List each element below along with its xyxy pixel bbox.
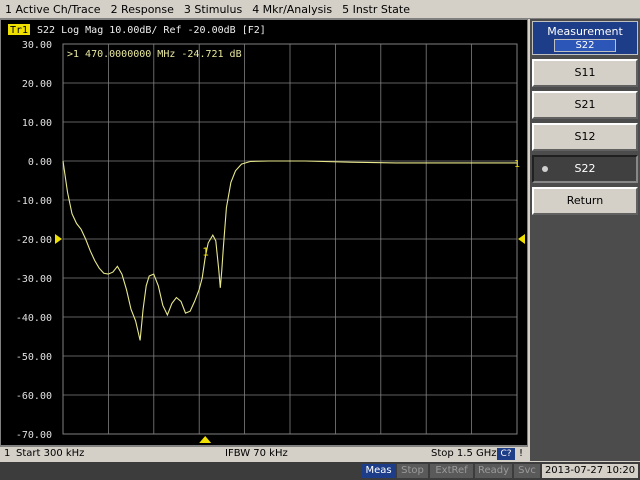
- exclamation-icon: !: [519, 448, 524, 459]
- marker-readout: >1 470.0000000 MHz -24.721 dB: [67, 49, 242, 60]
- channel-number: 1: [4, 448, 11, 459]
- softkey-s12[interactable]: S12: [532, 123, 638, 151]
- stop-frequency[interactable]: Stop 1.5 GHz: [431, 448, 497, 459]
- y-tick-label: 20.00: [22, 79, 52, 90]
- correction-badge: C?: [497, 448, 515, 460]
- y-tick-label: -50.00: [16, 352, 52, 363]
- softkey-current-value: S22: [554, 39, 616, 52]
- y-tick-labels: 30.00 20.00 10.00 0.00 -10.00 -20.00 -30.00 -40…: [16, 40, 52, 441]
- status-datetime: 2013-07-27 10:20: [542, 464, 638, 478]
- softkey-s21[interactable]: S21: [532, 91, 638, 119]
- start-frequency[interactable]: Start 300 kHz: [16, 448, 84, 459]
- marker-position-arrow[interactable]: [199, 436, 212, 443]
- softkey-s11-label: S11: [574, 66, 596, 79]
- softkey-panel: Measurement S22 S11 S21 S12 S22 Return: [530, 19, 640, 461]
- y-tick-label: 0.00: [28, 157, 52, 168]
- softkey-s11[interactable]: S11: [532, 59, 638, 87]
- menu-active-ch-trace[interactable]: 1 Active Ch/Trace: [0, 3, 106, 16]
- ifbw[interactable]: IFBW 70 kHz: [225, 448, 288, 459]
- menu-instr-state[interactable]: 5 Instr State: [337, 3, 415, 16]
- y-tick-label: 10.00: [22, 118, 52, 129]
- trace-header-text: S22 Log Mag 10.00dB/ Ref -20.00dB [F2]: [37, 25, 266, 36]
- chart-window[interactable]: 30.00 20.00 10.00 0.00 -10.00 -20.00 -30.00 -40…: [0, 19, 528, 446]
- trace-tag: Tr1: [10, 25, 28, 36]
- y-tick-label: -20.00: [16, 235, 52, 246]
- softkey-s21-label: S21: [574, 98, 596, 111]
- ref-level-right-arrow[interactable]: [518, 234, 525, 244]
- y-tick-label: -60.00: [16, 391, 52, 402]
- instrument-status-bar: Meas Stop ExtRef Ready Svc 2013-07-27 10…: [0, 462, 640, 480]
- softkey-title-label: Measurement: [547, 25, 623, 38]
- status-extref: ExtRef: [430, 464, 473, 478]
- trace-chart[interactable]: 30.00 20.00 10.00 0.00 -10.00 -20.00 -30.00 -40…: [1, 20, 527, 445]
- softkey-return-label: Return: [566, 194, 604, 207]
- y-tick-label: -70.00: [16, 430, 52, 441]
- status-ready: Ready: [475, 464, 512, 478]
- status-meas: Meas: [362, 464, 395, 478]
- selected-dot-icon: [542, 166, 548, 172]
- ref-level-left-arrow[interactable]: [55, 234, 62, 244]
- softkey-title: Measurement S22: [532, 21, 638, 55]
- y-tick-label: -30.00: [16, 274, 52, 285]
- menu-response[interactable]: 2 Response: [106, 3, 179, 16]
- softkey-return[interactable]: Return: [532, 187, 638, 215]
- graticule: [62, 43, 518, 435]
- status-svc: Svc: [514, 464, 540, 478]
- marker-1-label: 1: [202, 245, 209, 258]
- menu-bar: 1 Active Ch/Trace 2 Response 3 Stimulus …: [0, 0, 640, 19]
- softkey-s22[interactable]: S22: [532, 155, 638, 183]
- softkey-s22-label: S22: [574, 162, 596, 175]
- channel-status-bar: 1 Start 300 kHz IFBW 70 kHz Stop 1.5 GHz…: [0, 446, 528, 461]
- menu-mkr-analysis[interactable]: 4 Mkr/Analysis: [247, 3, 337, 16]
- menu-stimulus[interactable]: 3 Stimulus: [179, 3, 247, 16]
- status-stop: Stop: [397, 464, 428, 478]
- y-tick-label: 30.00: [22, 40, 52, 51]
- y-tick-label: -40.00: [16, 313, 52, 324]
- trace-end-label: 1: [514, 159, 520, 170]
- y-tick-label: -10.00: [16, 196, 52, 207]
- softkey-s12-label: S12: [574, 130, 596, 143]
